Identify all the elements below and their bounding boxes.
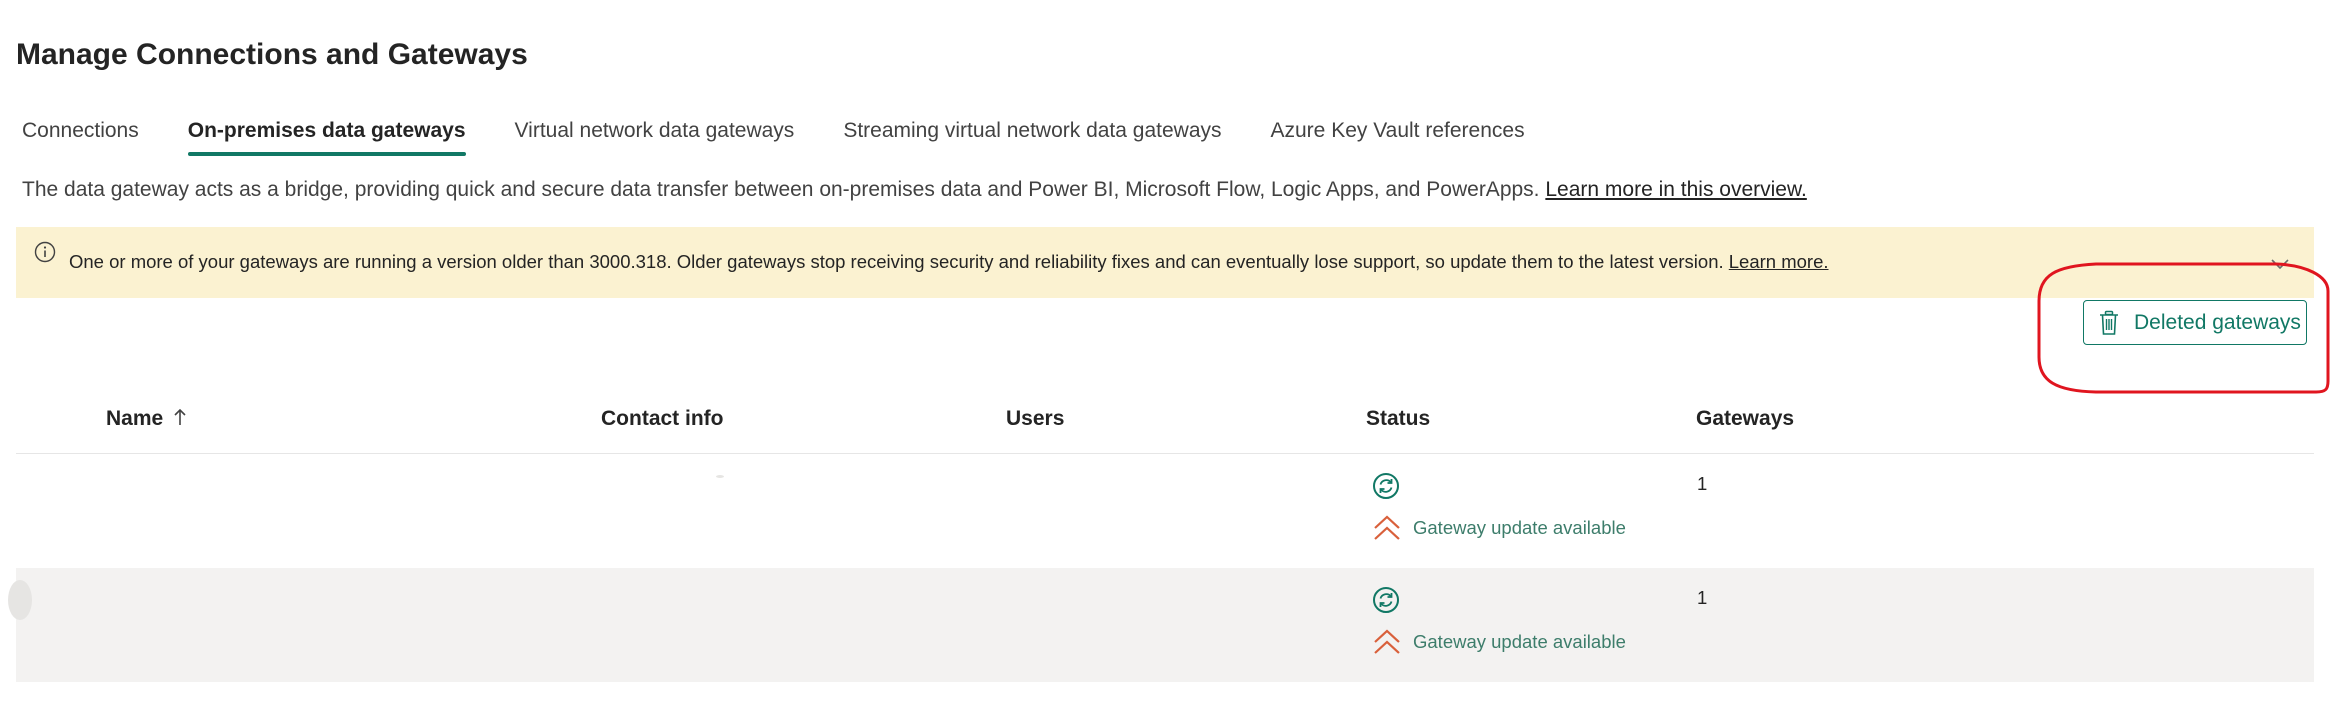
trash-icon [2100,310,2118,335]
tab-streaming-virtual-network-data-gateways[interactable]: Streaming virtual network data gateways [843,116,1221,156]
column-header-gateways[interactable]: Gateways [1696,407,1794,431]
double-chevron-up-icon [1374,515,1400,540]
table-header: Name Contact info Users Status Gateways [16,395,2314,454]
banner-learn-more-link[interactable]: Learn more. [1729,251,1829,272]
tab-on-premises-data-gateways[interactable]: On-premises data gateways [187,116,466,156]
refresh-icon [1373,473,1399,499]
tab-virtual-network-data-gateways[interactable]: Virtual network data gateways [515,116,795,156]
learn-more-overview-link[interactable]: Learn more in this overview. [1545,178,1806,201]
redacted-name [8,580,32,620]
arrow-up-icon [174,408,186,425]
column-header-contact-info[interactable]: Contact info [601,407,723,431]
column-header-name-label: Name [106,407,164,430]
gateway-update-available-link[interactable]: Gateway update available [1413,517,1626,539]
column-header-users[interactable]: Users [1006,407,1064,431]
page-description: The data gateway acts as a bridge, provi… [22,178,1807,202]
gateways-count: 1 [1697,587,1708,608]
version-warning-banner: One or more of your gateways are running… [16,227,2314,298]
banner-message: One or more of your gateways are running… [69,251,1829,273]
banner-text: One or more of your gateways are running… [69,251,1724,272]
deleted-gateways-label: Deleted gateways [2134,310,2301,334]
chevron-down-icon[interactable] [2269,257,2291,271]
info-icon [34,241,56,263]
gateways-count: 1 [1697,473,1708,494]
refresh-icon [1373,587,1399,613]
tab-connections[interactable]: Connections [22,116,139,156]
redacted-contact [716,475,724,478]
gateway-update-available-link[interactable]: Gateway update available [1413,631,1626,653]
tab-bar: Connections On-premises data gateways Vi… [22,116,1574,160]
table-row[interactable]: Gateway update available 1 [8,568,2314,682]
double-chevron-up-icon [1374,629,1400,654]
table-row[interactable]: Gateway update available 1 [16,454,2314,568]
column-header-name[interactable]: Name [106,407,187,431]
page-title: Manage Connections and Gateways [16,38,528,71]
column-header-status[interactable]: Status [1366,407,1430,431]
tab-azure-key-vault-references[interactable]: Azure Key Vault references [1271,116,1525,156]
manage-connections-page: Manage Connections and Gateways Connecti… [0,0,2338,727]
description-text: The data gateway acts as a bridge, provi… [22,178,1540,201]
deleted-gateways-button[interactable]: Deleted gateways [2083,300,2307,345]
